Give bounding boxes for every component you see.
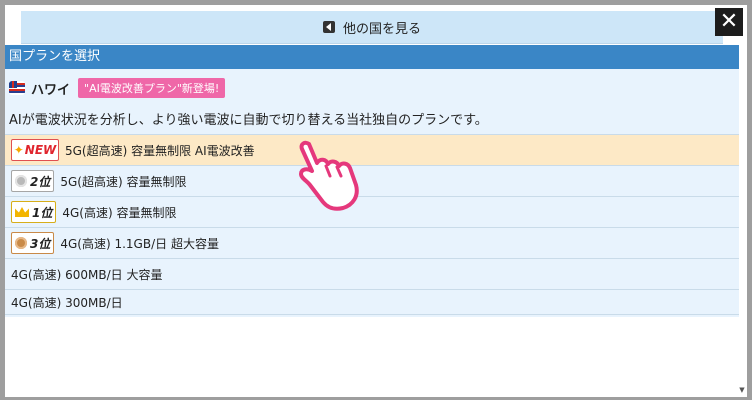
plan-row-5g-unlimited-ai[interactable]: ✦ NEW 5G(超高速) 容量無制限 AI電波改善 xyxy=(5,134,739,165)
bronze-medal-icon xyxy=(15,237,27,249)
plan-row-4g-300mb[interactable]: 4G(高速) 300MB/日 xyxy=(5,289,739,315)
plan-panel: ハワイ "AI電波改善プラン"新登場! AIが電波状況を分析し、より強い電波に自… xyxy=(5,69,739,317)
promo-badge: "AI電波改善プラン"新登場! xyxy=(78,78,226,98)
new-badge: ✦ NEW xyxy=(11,139,59,161)
plan-label: 4G(高速) 600MB/日 大容量 xyxy=(11,267,163,282)
scroll-down-arrow-icon[interactable]: ▼ xyxy=(738,386,746,394)
back-arrow-icon xyxy=(322,21,335,33)
rank-2-badge: 2位 xyxy=(11,170,55,192)
section-title: 国プランを選択 xyxy=(5,45,739,69)
plan-row-4g-1-1gb[interactable]: 3位 4G(高速) 1.1GB/日 超大容量 xyxy=(5,227,739,258)
plan-description: AIが電波状況を分析し、より強い電波に自動で切り替える当社独自のプランです。 xyxy=(9,113,488,128)
rank-1-badge: 1位 xyxy=(11,201,57,223)
silver-medal-icon xyxy=(15,175,27,187)
crown-icon xyxy=(15,207,29,217)
plan-row-4g-unlimited[interactable]: 1位 4G(高速) 容量無制限 xyxy=(5,196,739,227)
sparkle-icon: ✦ xyxy=(13,143,24,157)
country-name: ハワイ xyxy=(31,82,71,98)
plan-row-5g-unlimited[interactable]: 2位 5G(超高速) 容量無制限 xyxy=(5,165,739,196)
plan-label: 4G(高速) 容量無制限 xyxy=(62,205,177,220)
rank-3-badge: 3位 xyxy=(11,232,55,254)
plan-select-modal: 他の国を見る 国プランを選択 ハワイ "AI電波改善プラン"新登場! AIが電波… xyxy=(5,5,747,397)
back-to-countries-button[interactable]: 他の国を見る xyxy=(21,11,723,44)
plan-label: 4G(高速) 300MB/日 xyxy=(11,295,123,310)
plan-list: ✦ NEW 5G(超高速) 容量無制限 AI電波改善 2位 5G(超高速) 容量無… xyxy=(5,134,739,315)
plan-row-4g-600mb[interactable]: 4G(高速) 600MB/日 大容量 xyxy=(5,258,739,289)
plan-label: 5G(超高速) 容量無制限 AI電波改善 xyxy=(65,143,255,158)
plan-label: 5G(超高速) 容量無制限 xyxy=(60,174,187,189)
country-row: ハワイ "AI電波改善プラン"新登場! xyxy=(9,77,226,99)
plan-label: 4G(高速) 1.1GB/日 超大容量 xyxy=(60,236,219,251)
hawaii-flag-icon xyxy=(9,81,25,95)
close-button[interactable]: ✕ xyxy=(715,8,743,36)
hand-pointer-icon xyxy=(299,140,359,211)
back-button-label: 他の国を見る xyxy=(342,21,421,37)
